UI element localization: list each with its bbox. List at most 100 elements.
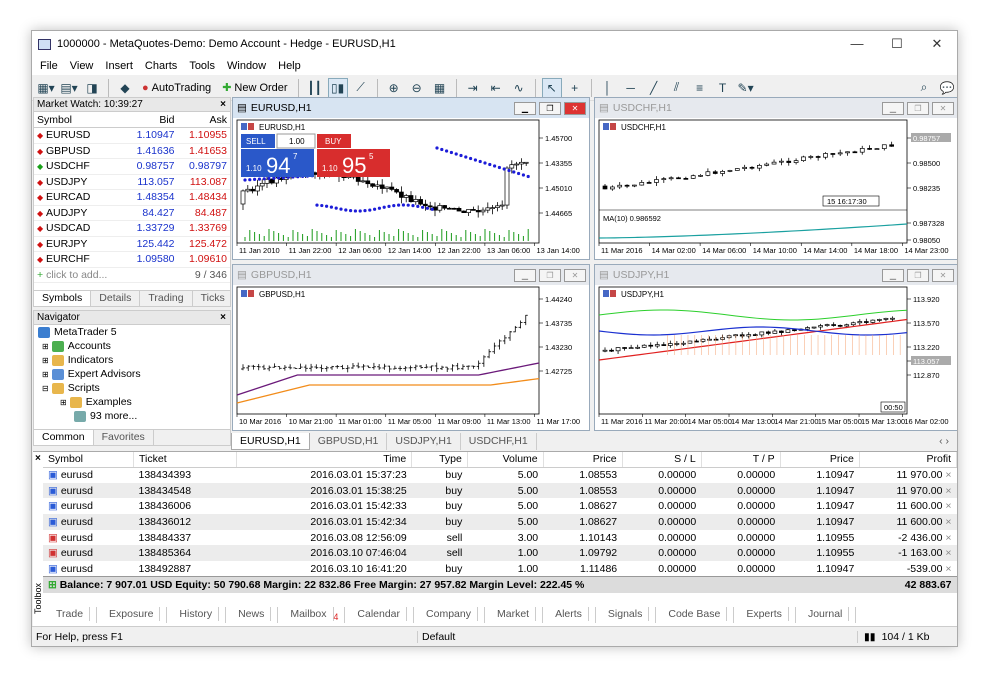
candlestick-icon[interactable]: ▯▮ bbox=[327, 77, 348, 98]
nav-item-metatrader[interactable]: MetaTrader 5 bbox=[34, 325, 230, 339]
close-button[interactable]: ✕ bbox=[917, 36, 957, 52]
market-watch-row[interactable]: ◆ USDCHF 0.98757 0.98797 bbox=[34, 158, 230, 175]
toolbox-tab-trade[interactable]: Trade bbox=[44, 607, 98, 623]
expand-icon[interactable]: ⊞ bbox=[42, 370, 49, 379]
restore-button[interactable]: ❐ bbox=[539, 101, 561, 115]
expand-icon[interactable]: ⊞ bbox=[42, 356, 49, 365]
close-icon[interactable]: × bbox=[220, 99, 230, 110]
zoom-out-icon[interactable]: ⊖ bbox=[407, 78, 427, 98]
trade-row[interactable]: ▣ eurusd 138434393 2016.03.01 15:37:23 buy 5… bbox=[43, 467, 957, 483]
expand-icon[interactable]: ⊞ bbox=[42, 342, 49, 351]
menu-help[interactable]: Help bbox=[274, 60, 309, 72]
close-position-icon[interactable]: × bbox=[945, 516, 951, 528]
minimize-button[interactable]: ▁ bbox=[514, 268, 536, 282]
bar-chart-icon[interactable]: ┃┃ bbox=[305, 78, 325, 98]
maximize-button[interactable]: ☐ bbox=[877, 36, 917, 52]
close-position-icon[interactable]: × bbox=[945, 532, 951, 544]
toolbox-tab-alerts[interactable]: Alerts bbox=[543, 607, 596, 623]
zoom-in-icon[interactable]: ⊕ bbox=[384, 78, 404, 98]
toolbox-tab-market[interactable]: Market bbox=[485, 607, 544, 623]
fibonacci-icon[interactable]: ≡ bbox=[690, 78, 710, 98]
nav-item-examples[interactable]: ⊞ Examples bbox=[34, 395, 230, 409]
autoscroll-icon[interactable]: ⇥ bbox=[463, 78, 483, 98]
toolbox-tab-experts[interactable]: Experts bbox=[734, 607, 796, 623]
toolbox-tab-exposure[interactable]: Exposure bbox=[97, 607, 168, 623]
col-header[interactable]: Time bbox=[236, 452, 413, 468]
chart-window-eurusd[interactable]: ▤ EURUSD,H1 ▁ ❐ ✕ EURUSD,H1 1.45700 1.43355 1.… bbox=[232, 97, 590, 260]
close-icon[interactable]: × bbox=[220, 312, 230, 323]
chart-canvas[interactable]: USDCHF,H1 0.98757 0.98500 0.98235 0.987328 0.… bbox=[595, 118, 955, 257]
minimize-button[interactable]: ▁ bbox=[882, 101, 904, 115]
profiles-icon[interactable]: ▤▾ bbox=[59, 78, 79, 98]
col-header[interactable]: Volume bbox=[467, 452, 544, 468]
trade-row[interactable]: ▣ eurusd 138492887 2016.03.10 16:41:20 buy 1… bbox=[43, 561, 957, 577]
col-symbol[interactable]: Symbol bbox=[34, 112, 126, 128]
trendline-icon[interactable]: ╱ bbox=[644, 78, 664, 98]
expand-icon[interactable]: ⊞ bbox=[60, 398, 67, 407]
restore-button[interactable]: ❐ bbox=[907, 101, 929, 115]
toolbox-tab-company[interactable]: Company bbox=[414, 607, 485, 623]
chart-tab-usdchf[interactable]: USDCHF,H1 bbox=[461, 433, 537, 450]
toolbox-tab-calendar[interactable]: Calendar bbox=[345, 607, 415, 623]
chat-icon[interactable]: 💬 bbox=[937, 78, 957, 98]
crosshair-icon[interactable]: + bbox=[565, 78, 585, 98]
minimize-button[interactable]: — bbox=[837, 36, 877, 52]
toolbox-tab-news[interactable]: News bbox=[226, 607, 279, 623]
close-position-icon[interactable]: × bbox=[945, 547, 951, 559]
nav-item-accounts[interactable]: ⊞ Accounts bbox=[34, 339, 230, 353]
toolbox-tab-code-base[interactable]: Code Base bbox=[656, 607, 735, 623]
chart-window-usdjpy[interactable]: ▤ USDJPY,H1 ▁ ❐ ✕ USDJPY,H1 113.920 113.570 11… bbox=[594, 264, 957, 431]
col-header[interactable]: Type bbox=[411, 452, 468, 468]
minimize-button[interactable]: ▁ bbox=[882, 268, 904, 282]
autotrading-button[interactable]: ● AutoTrading bbox=[138, 78, 215, 98]
col-ask[interactable]: Ask bbox=[177, 112, 230, 128]
col-header[interactable]: Ticket bbox=[133, 452, 238, 468]
chart-titlebar[interactable]: ▤ USDJPY,H1 ▁ ❐ ✕ bbox=[595, 265, 957, 285]
col-header[interactable]: S / L bbox=[622, 452, 702, 468]
tab-common[interactable]: Common bbox=[34, 430, 94, 445]
close-button[interactable]: ✕ bbox=[564, 101, 586, 115]
close-button[interactable]: ✕ bbox=[932, 101, 954, 115]
new-order-button[interactable]: ✚ New Order bbox=[218, 78, 291, 98]
tab-details[interactable]: Details bbox=[91, 291, 141, 306]
chart-tab-gbpusd[interactable]: GBPUSD,H1 bbox=[310, 433, 388, 450]
market-watch-row[interactable]: ◆ AUDJPY 84.427 84.487 bbox=[34, 205, 230, 221]
chart-tab-eurusd[interactable]: EURUSD,H1 bbox=[231, 433, 310, 450]
col-header[interactable]: Price bbox=[780, 452, 860, 468]
toolbox-tab-history[interactable]: History bbox=[167, 607, 227, 623]
shapes-icon[interactable]: ✎▾ bbox=[736, 78, 756, 98]
search-icon[interactable]: ⌕ bbox=[914, 78, 934, 98]
collapse-icon[interactable]: ⊟ bbox=[42, 384, 49, 393]
scroll-tabs-icon[interactable]: ‹ › bbox=[931, 433, 957, 450]
menu-window[interactable]: Window bbox=[223, 60, 274, 72]
tab-trading[interactable]: Trading bbox=[140, 291, 193, 306]
close-button[interactable]: ✕ bbox=[932, 268, 954, 282]
market-watch-row[interactable]: ◆ USDJPY 113.057 113.087 bbox=[34, 174, 230, 190]
toolbox-label[interactable]: Toolbox bbox=[33, 583, 43, 614]
menu-view[interactable]: View bbox=[66, 60, 102, 72]
trade-row[interactable]: ▣ eurusd 138436006 2016.03.01 15:42:33 buy 5… bbox=[43, 498, 957, 514]
close-icon[interactable]: × bbox=[35, 453, 41, 464]
text-icon[interactable]: T bbox=[713, 78, 733, 98]
toolbox-tab-mailbox[interactable]: Mailbox 4 bbox=[278, 607, 346, 623]
close-position-icon[interactable]: × bbox=[945, 469, 951, 481]
chart-titlebar[interactable]: ▤ GBPUSD,H1 ▁ ❐ ✕ bbox=[233, 265, 589, 285]
nav-item-indicators[interactable]: ⊞ Indicators bbox=[34, 353, 230, 367]
menu-insert[interactable]: Insert bbox=[101, 60, 141, 72]
market-watch-row[interactable]: ◆ EURCAD 1.48354 1.48434 bbox=[34, 189, 230, 206]
new-chart-icon[interactable]: ▦▾ bbox=[36, 78, 56, 98]
menu-file[interactable]: File bbox=[36, 60, 66, 72]
chart-canvas[interactable]: USDJPY,H1 113.920 113.570 113.220 113.057 112… bbox=[595, 285, 955, 428]
tile-windows-icon[interactable]: ▦ bbox=[430, 78, 450, 98]
tab-symbols[interactable]: Symbols bbox=[34, 291, 92, 306]
col-header[interactable]: Profit bbox=[859, 452, 957, 468]
market-watch-row[interactable]: ◆ EURCHF 1.09580 1.09610 bbox=[34, 251, 230, 268]
chart-canvas[interactable]: EURUSD,H1 1.45700 1.43355 1.45010 1.44665 11 … bbox=[233, 118, 587, 257]
market-watch-icon[interactable]: ◨ bbox=[82, 78, 102, 98]
add-symbol-row[interactable]: + click to add... 9 / 346 bbox=[34, 267, 230, 283]
nav-item-more[interactable]: 93 more... bbox=[34, 409, 230, 423]
close-position-icon[interactable]: × bbox=[945, 485, 951, 497]
market-watch-row[interactable]: ◆ EURUSD 1.10947 1.10955 bbox=[34, 127, 230, 144]
trade-row[interactable]: ▣ eurusd 138484337 2016.03.08 12:56:09 sell… bbox=[43, 530, 957, 546]
metaeditor-icon[interactable]: ◆ bbox=[115, 78, 135, 98]
